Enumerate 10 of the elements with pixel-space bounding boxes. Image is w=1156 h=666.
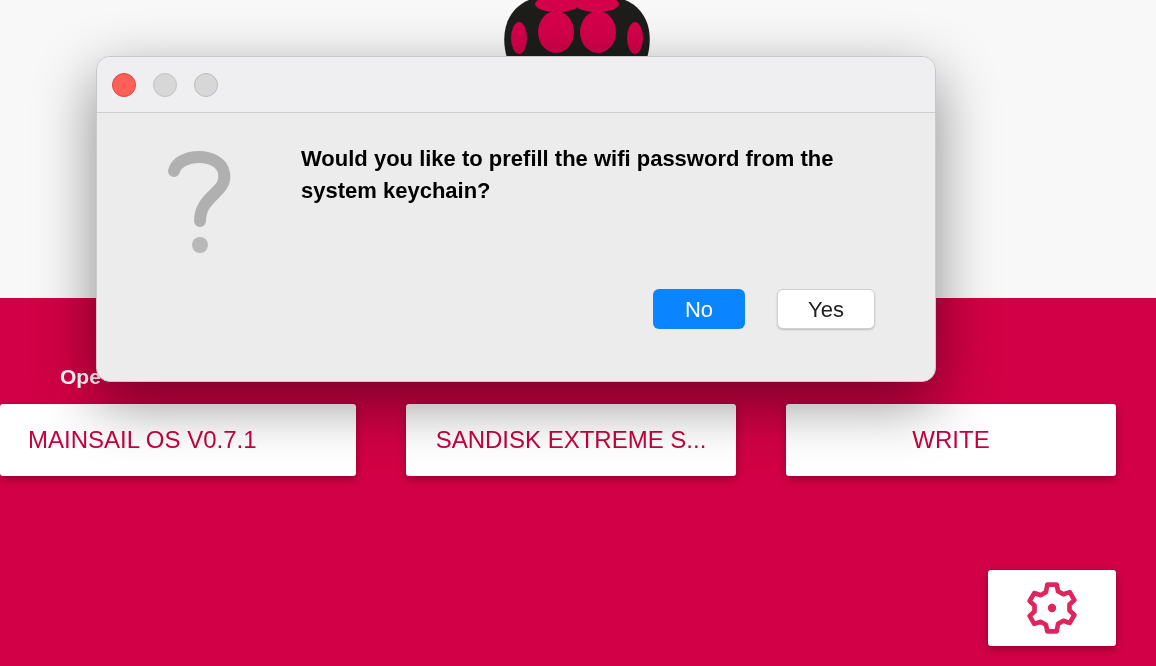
dialog-message: Would you like to prefill the wifi password from the system keychain? (301, 145, 835, 205)
dialog-button[interactable]: No (653, 289, 745, 329)
settings-icon (1024, 580, 1080, 636)
dialog-button[interactable]: Yes (777, 289, 875, 329)
action-button[interactable]: MAINSAIL OS V0.7.1 (0, 404, 356, 476)
action-button[interactable]: WRITE (786, 404, 1116, 476)
section-label: Ope (60, 363, 101, 390)
action-button[interactable]: SANDISK EXTREME S... (406, 404, 736, 476)
settings-button[interactable] (988, 570, 1116, 646)
close-button[interactable] (112, 72, 136, 97)
